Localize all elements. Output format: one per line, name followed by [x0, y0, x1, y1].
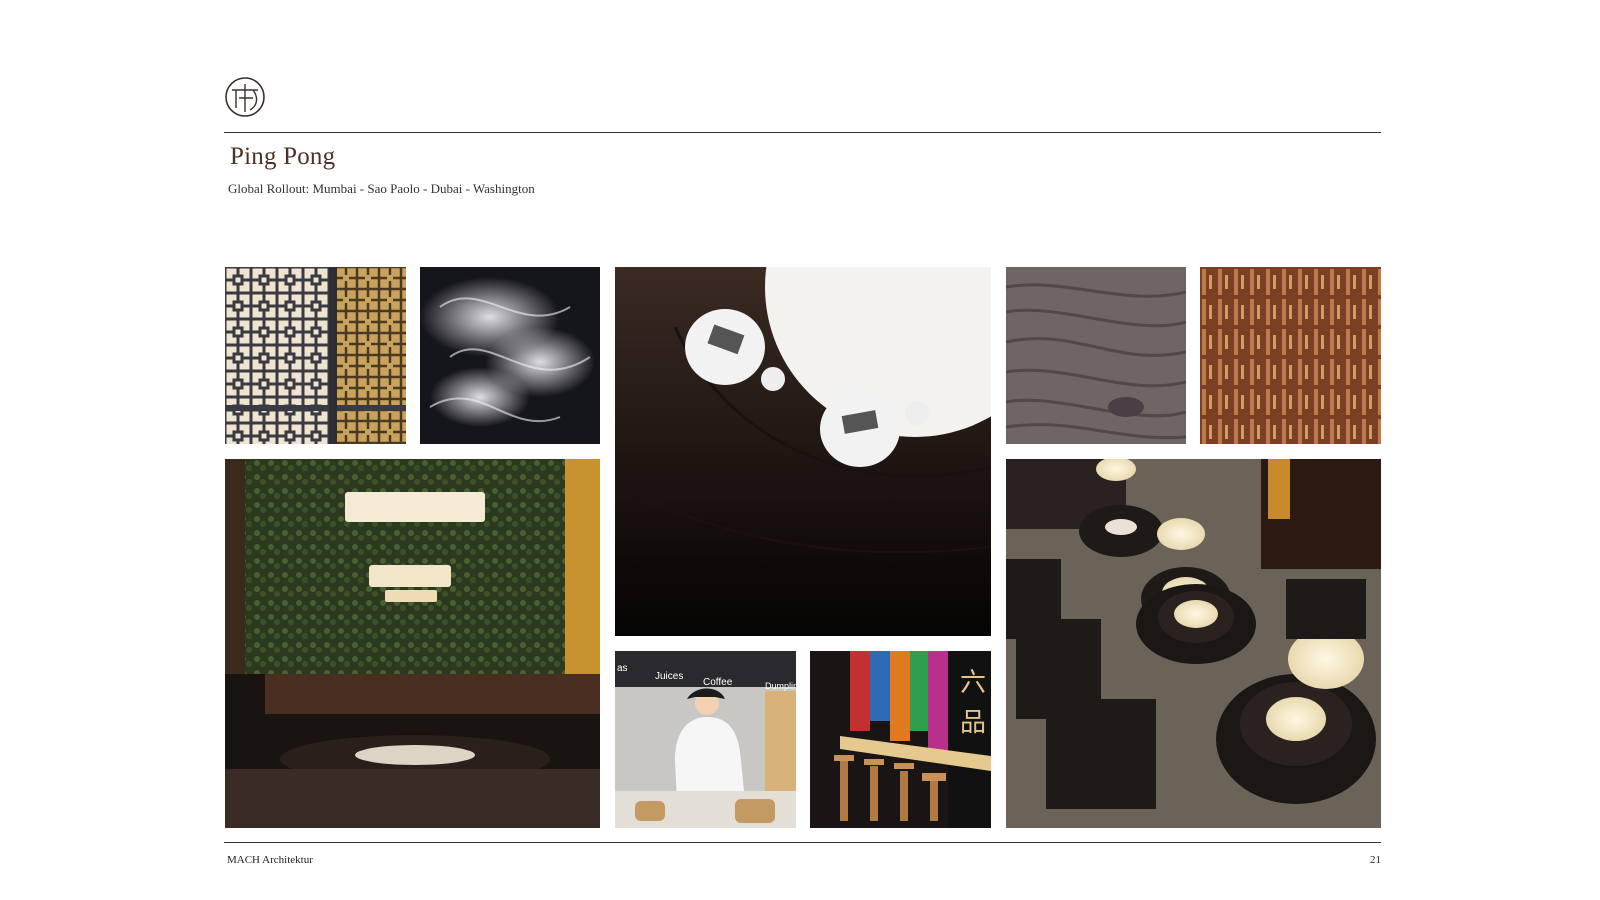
page-title: Ping Pong	[230, 143, 336, 170]
sign-text-1: as	[617, 663, 628, 674]
smoke-photo	[420, 267, 600, 444]
lattice-screen-photo	[225, 267, 406, 444]
dining-overhead-photo	[1006, 459, 1381, 828]
header-divider	[224, 132, 1381, 133]
sign-text-juices: Juices	[655, 671, 683, 682]
svg-text:品: 品	[960, 708, 986, 738]
wood-wall-panels-photo	[1200, 267, 1381, 444]
bar-stools-photo: 六 品	[810, 651, 991, 828]
footer-divider	[224, 842, 1381, 843]
wood-grain-texture-photo	[1006, 267, 1186, 444]
page-subtitle: Global Rollout: Mumbai - Sao Paolo - Dub…	[228, 181, 535, 196]
chef-dumpling-counter-photo: as Juices Coffee Dumplings	[615, 651, 796, 828]
svg-text:六: 六	[960, 668, 986, 698]
footer-company-name: MACH Architektur	[227, 854, 313, 866]
logo-icon	[224, 76, 266, 118]
green-wall-dining-photo	[225, 459, 600, 828]
page-number: 21	[1370, 854, 1381, 866]
sign-text-dumplings: Dumplings	[765, 681, 796, 691]
table-place-settings-photo	[615, 267, 991, 636]
sign-text-coffee: Coffee	[703, 677, 733, 688]
